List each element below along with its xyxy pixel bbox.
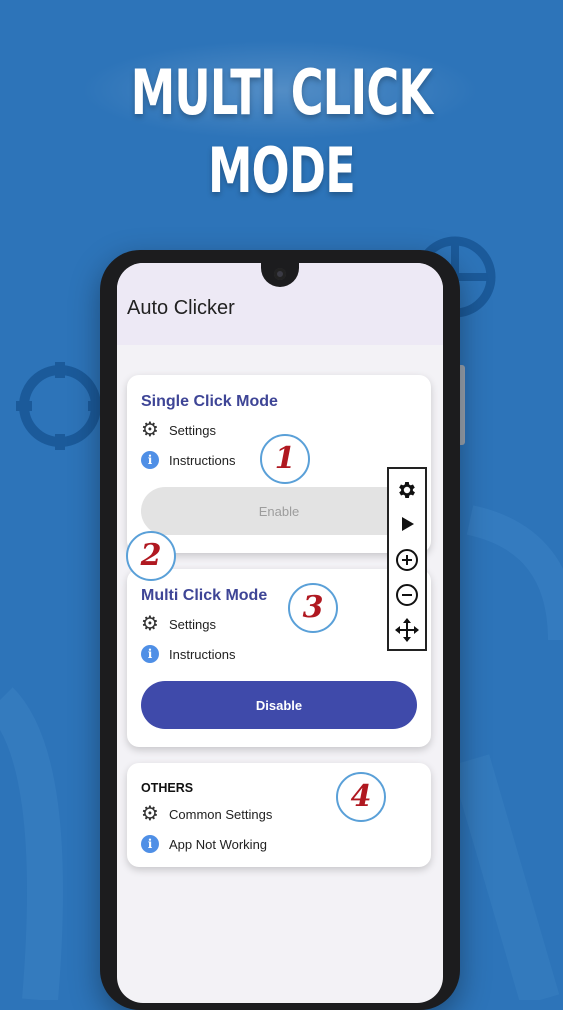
zoom-in-icon[interactable] — [389, 543, 425, 577]
single-click-settings-item[interactable]: ⚙ Settings — [141, 419, 216, 441]
others-heading: OTHERS — [141, 781, 194, 795]
move-icon[interactable] — [389, 613, 425, 647]
multi-click-settings-item[interactable]: ⚙ Settings — [141, 613, 216, 635]
callout-badge-1: 1 — [260, 434, 310, 484]
info-icon: i — [141, 451, 159, 469]
single-click-title: Single Click Mode — [141, 393, 278, 410]
floating-control-panel — [387, 467, 427, 651]
front-camera-icon — [274, 268, 286, 280]
zoom-out-icon[interactable] — [389, 578, 425, 612]
callout-badge-4: 4 — [336, 772, 386, 822]
single-click-settings-label: Settings — [169, 422, 216, 438]
info-icon: i — [141, 645, 159, 663]
disable-button[interactable]: Disable — [141, 681, 417, 729]
play-icon[interactable] — [389, 507, 425, 541]
multi-click-settings-label: Settings — [169, 616, 216, 632]
multi-click-card: Multi Click Mode ⚙ Settings i Instructio… — [127, 569, 431, 747]
callout-badge-3: 3 — [288, 583, 338, 633]
app-not-working-label: App Not Working — [169, 836, 268, 852]
gear-icon: ⚙ — [141, 419, 159, 441]
single-click-instructions-label: Instructions — [169, 452, 236, 468]
multi-click-title: Multi Click Mode — [141, 587, 268, 604]
callout-badge-2: 2 — [126, 531, 176, 581]
others-card: OTHERS ⚙ Common Settings i App Not Worki… — [127, 763, 431, 867]
gear-icon: ⚙ — [141, 803, 159, 825]
gear-icon: ⚙ — [141, 613, 159, 635]
common-settings-item[interactable]: ⚙ Common Settings — [141, 803, 272, 825]
banner-title: MULTI CLICK MODE — [130, 56, 433, 207]
gear-icon[interactable] — [389, 473, 425, 507]
app-not-working-item[interactable]: i App Not Working — [141, 833, 267, 855]
info-icon: i — [141, 835, 159, 853]
multi-click-instructions-item[interactable]: i Instructions — [141, 643, 235, 665]
enable-button[interactable]: Enable — [141, 487, 417, 535]
phone-side-button — [460, 365, 465, 445]
common-settings-label: Common Settings — [169, 806, 273, 822]
promo-banner: MULTI CLICK MODE — [0, 0, 563, 207]
single-click-instructions-item[interactable]: i Instructions — [141, 449, 235, 471]
app-title: Auto Clicker — [127, 297, 235, 319]
multi-click-instructions-label: Instructions — [169, 646, 236, 662]
